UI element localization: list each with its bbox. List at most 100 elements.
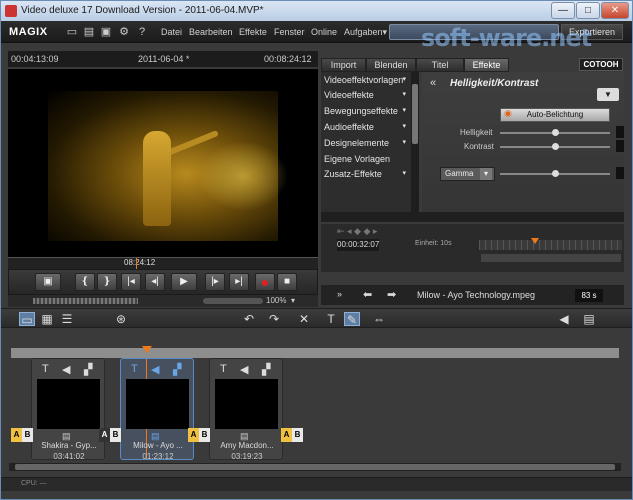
gamma-select[interactable]: Gamma ▾ xyxy=(440,167,495,181)
jog-slider[interactable] xyxy=(33,298,138,304)
menu-fenster[interactable]: Fenster xyxy=(274,27,305,37)
video-frame xyxy=(48,91,288,241)
mark-in-button[interactable]: ❴ xyxy=(75,273,95,291)
list-item[interactable]: Designelemente ▾ xyxy=(324,138,410,153)
storyboard-ruler[interactable] xyxy=(11,348,619,358)
brightness-slider[interactable] xyxy=(500,129,610,136)
project-title: 2011-06-04 * xyxy=(138,54,190,64)
video-preview[interactable] xyxy=(8,69,318,257)
transition-ab-icon[interactable]: AB xyxy=(11,428,33,442)
zoom-dropdown-icon[interactable]: ▾ xyxy=(291,296,295,305)
storyboard-mode-icon[interactable]: ▭ xyxy=(19,312,35,327)
slider-knob[interactable] xyxy=(551,129,559,136)
previous-cut-button[interactable]: |◂ xyxy=(121,273,141,291)
title-icon[interactable]: T xyxy=(323,312,339,326)
play-button[interactable]: ▶ xyxy=(171,273,197,291)
step-forward-button[interactable]: |▸ xyxy=(205,273,225,291)
forward-arrow-icon[interactable]: ➡ xyxy=(387,288,396,301)
edit-toolbar: ▭ ▦ ☰ ⊛ ↶ ↷ ✕ T ✎ ⇔ ◀ ▤ xyxy=(1,308,632,328)
close-button[interactable]: ✕ xyxy=(601,2,629,19)
storyboard-playhead[interactable] xyxy=(142,346,152,353)
effects-icon[interactable]: ▞ xyxy=(84,363,92,376)
collapse-icon[interactable]: » xyxy=(337,289,342,299)
stop-button[interactable]: ■ xyxy=(277,273,297,291)
timeline-units: Einheit: 10s xyxy=(415,240,452,247)
maximize-button[interactable]: □ xyxy=(576,2,600,19)
tab-blenden[interactable]: Blenden xyxy=(366,58,416,72)
chevron-down-icon: ▾ xyxy=(402,123,406,130)
transition-ab-icon[interactable]: AB xyxy=(99,428,121,442)
minimize-button[interactable]: — xyxy=(551,2,575,19)
gamma-slider[interactable] xyxy=(500,170,610,177)
overview-mode-icon[interactable]: ▦ xyxy=(39,312,55,326)
effects-icon[interactable]: ▞ xyxy=(262,363,270,376)
timecode-right: 00:08:24:12 xyxy=(264,54,312,64)
list-item[interactable]: Bewegungseffekte ▾ xyxy=(324,106,410,121)
auto-exposure-button[interactable]: Auto-Belichtung xyxy=(500,108,610,122)
new-file-icon[interactable]: ▭ xyxy=(65,25,79,39)
slider-knob[interactable] xyxy=(551,143,559,150)
audio-icon[interactable]: ◀ xyxy=(151,363,159,376)
monitor-subbar: 100% ▾ xyxy=(8,295,318,307)
step-back-button[interactable]: ◂| xyxy=(145,273,165,291)
undo-icon[interactable]: ↶ xyxy=(241,312,257,326)
storyboard-clip[interactable]: T ◀ ▞ ▤ Shakira - Gyp... 03:41:02 xyxy=(31,358,105,461)
next-cut-button[interactable]: ▸| xyxy=(229,273,249,291)
menu-bearbeiten[interactable]: Bearbeiten xyxy=(189,27,233,37)
storyboard-clip[interactable]: T ◀ ▞ ▤ Amy Macdon... 03:19:23 xyxy=(209,358,283,461)
delete-icon[interactable]: ✕ xyxy=(296,312,312,326)
tab-effekte[interactable]: Effekte xyxy=(464,58,509,72)
record-button[interactable]: ● xyxy=(255,273,275,291)
menu-effekte[interactable]: Effekte xyxy=(239,27,267,37)
open-folder-icon[interactable]: ▤ xyxy=(82,25,96,39)
list-item[interactable]: Videoeffekte ▾ xyxy=(324,90,410,105)
position-ruler[interactable]: 08:24:12 xyxy=(8,257,318,270)
trim-icon[interactable]: ⇔ xyxy=(371,312,387,326)
mute-icon[interactable]: ◀ xyxy=(556,312,572,326)
redo-icon[interactable]: ↷ xyxy=(266,312,282,326)
back-icon[interactable]: « xyxy=(430,77,436,89)
transition-ab-icon[interactable]: AB xyxy=(188,428,210,442)
help-icon[interactable]: ? xyxy=(135,25,149,39)
timeline-mode-icon[interactable]: ☰ xyxy=(59,312,75,326)
list-item[interactable]: Videoeffektvorlagen ▾ xyxy=(324,75,410,90)
tab-import[interactable]: Import xyxy=(321,58,366,72)
mark-out-button[interactable]: ❵ xyxy=(97,273,117,291)
title-icon[interactable]: T xyxy=(131,363,138,375)
effects-wheel-icon[interactable]: ⊛ xyxy=(113,312,129,326)
audio-icon[interactable]: ◀ xyxy=(62,363,70,376)
save-icon[interactable]: ▣ xyxy=(99,25,113,39)
list-item[interactable]: Zusatz-Effekte ▾ xyxy=(324,169,410,184)
menu-aufgaben[interactable]: Aufgaben▾ xyxy=(344,27,387,38)
chevron-down-icon: ▾ xyxy=(402,170,406,177)
contrast-slider[interactable] xyxy=(500,143,610,150)
tab-titel[interactable]: Titel xyxy=(416,58,464,72)
transition-ab-icon[interactable]: AB xyxy=(281,428,303,442)
menu-datei[interactable]: Datei xyxy=(161,27,182,37)
effects-list-scrollbar[interactable] xyxy=(411,72,419,212)
monitor-mode-icon[interactable]: ▣ xyxy=(35,273,61,291)
title-icon[interactable]: T xyxy=(220,363,227,375)
clip-duration: 01:23:12 xyxy=(142,452,174,461)
list-item[interactable]: Audioeffekte ▾ xyxy=(324,122,410,137)
pen-icon[interactable]: ✎ xyxy=(344,312,360,327)
clip-thumbnail xyxy=(126,379,189,429)
effects-icon[interactable]: ▞ xyxy=(173,363,181,376)
list-item[interactable]: Eigene Vorlagen xyxy=(324,154,410,169)
zoom-slider[interactable] xyxy=(203,298,263,304)
mini-timeline-scrollbar[interactable] xyxy=(481,254,621,262)
storyboard-scrollbar[interactable] xyxy=(9,463,621,471)
mini-playhead-marker[interactable] xyxy=(531,238,539,244)
storyboard-clip[interactable]: T ◀ ▞ ▤ Milow - Ayo ... 01:23:12 xyxy=(120,358,194,461)
back-arrow-icon[interactable]: ⬅ xyxy=(363,288,372,301)
menu-online[interactable]: Online xyxy=(311,27,337,37)
panel-hscrollbar[interactable] xyxy=(321,212,624,222)
audio-icon[interactable]: ◀ xyxy=(240,363,248,376)
mixer-icon[interactable]: ▤ xyxy=(581,312,597,326)
slider-knob[interactable] xyxy=(551,170,559,177)
settings-icon[interactable]: ⚙ xyxy=(117,25,131,39)
mini-timeline-ruler[interactable] xyxy=(479,240,622,250)
cotooh-logo[interactable]: COTOOH xyxy=(579,58,623,71)
title-icon[interactable]: T xyxy=(42,363,49,375)
effect-menu-dropdown[interactable]: ▼ xyxy=(597,88,619,101)
